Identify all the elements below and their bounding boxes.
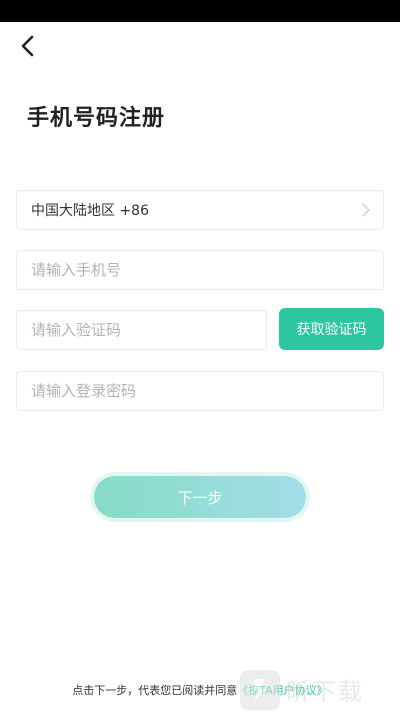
verification-code-field bbox=[16, 310, 267, 350]
verification-code-input[interactable] bbox=[31, 321, 254, 339]
next-button[interactable]: 下一步 bbox=[94, 476, 306, 518]
phone-input[interactable] bbox=[31, 261, 371, 279]
chevron-right-icon bbox=[362, 203, 370, 217]
next-button-halo: 下一步 bbox=[90, 472, 310, 522]
back-button[interactable] bbox=[12, 30, 44, 62]
status-bar bbox=[0, 0, 400, 22]
agreement-prefix: 点击下一步，代表您已阅读并同意 bbox=[72, 684, 238, 697]
page-title: 手机号码注册 bbox=[27, 106, 166, 131]
region-label: 中国大陆地区 +86 bbox=[31, 203, 149, 219]
password-field bbox=[16, 371, 384, 411]
get-code-button[interactable]: 获取验证码 bbox=[279, 308, 384, 350]
register-screen: 手机号码注册 中国大陆地区 +86 获取验证码 下一步 点击下一步，代表您已阅读… bbox=[0, 0, 400, 711]
phone-field bbox=[16, 250, 384, 290]
region-selector[interactable]: 中国大陆地区 +86 bbox=[16, 190, 384, 230]
agreement-text: 点击下一步，代表您已阅读并同意《撩TA用户协议》 bbox=[0, 682, 400, 698]
user-agreement-link[interactable]: 《撩TA用户协议》 bbox=[237, 684, 327, 697]
chevron-left-icon bbox=[21, 35, 34, 57]
password-input[interactable] bbox=[31, 382, 371, 400]
